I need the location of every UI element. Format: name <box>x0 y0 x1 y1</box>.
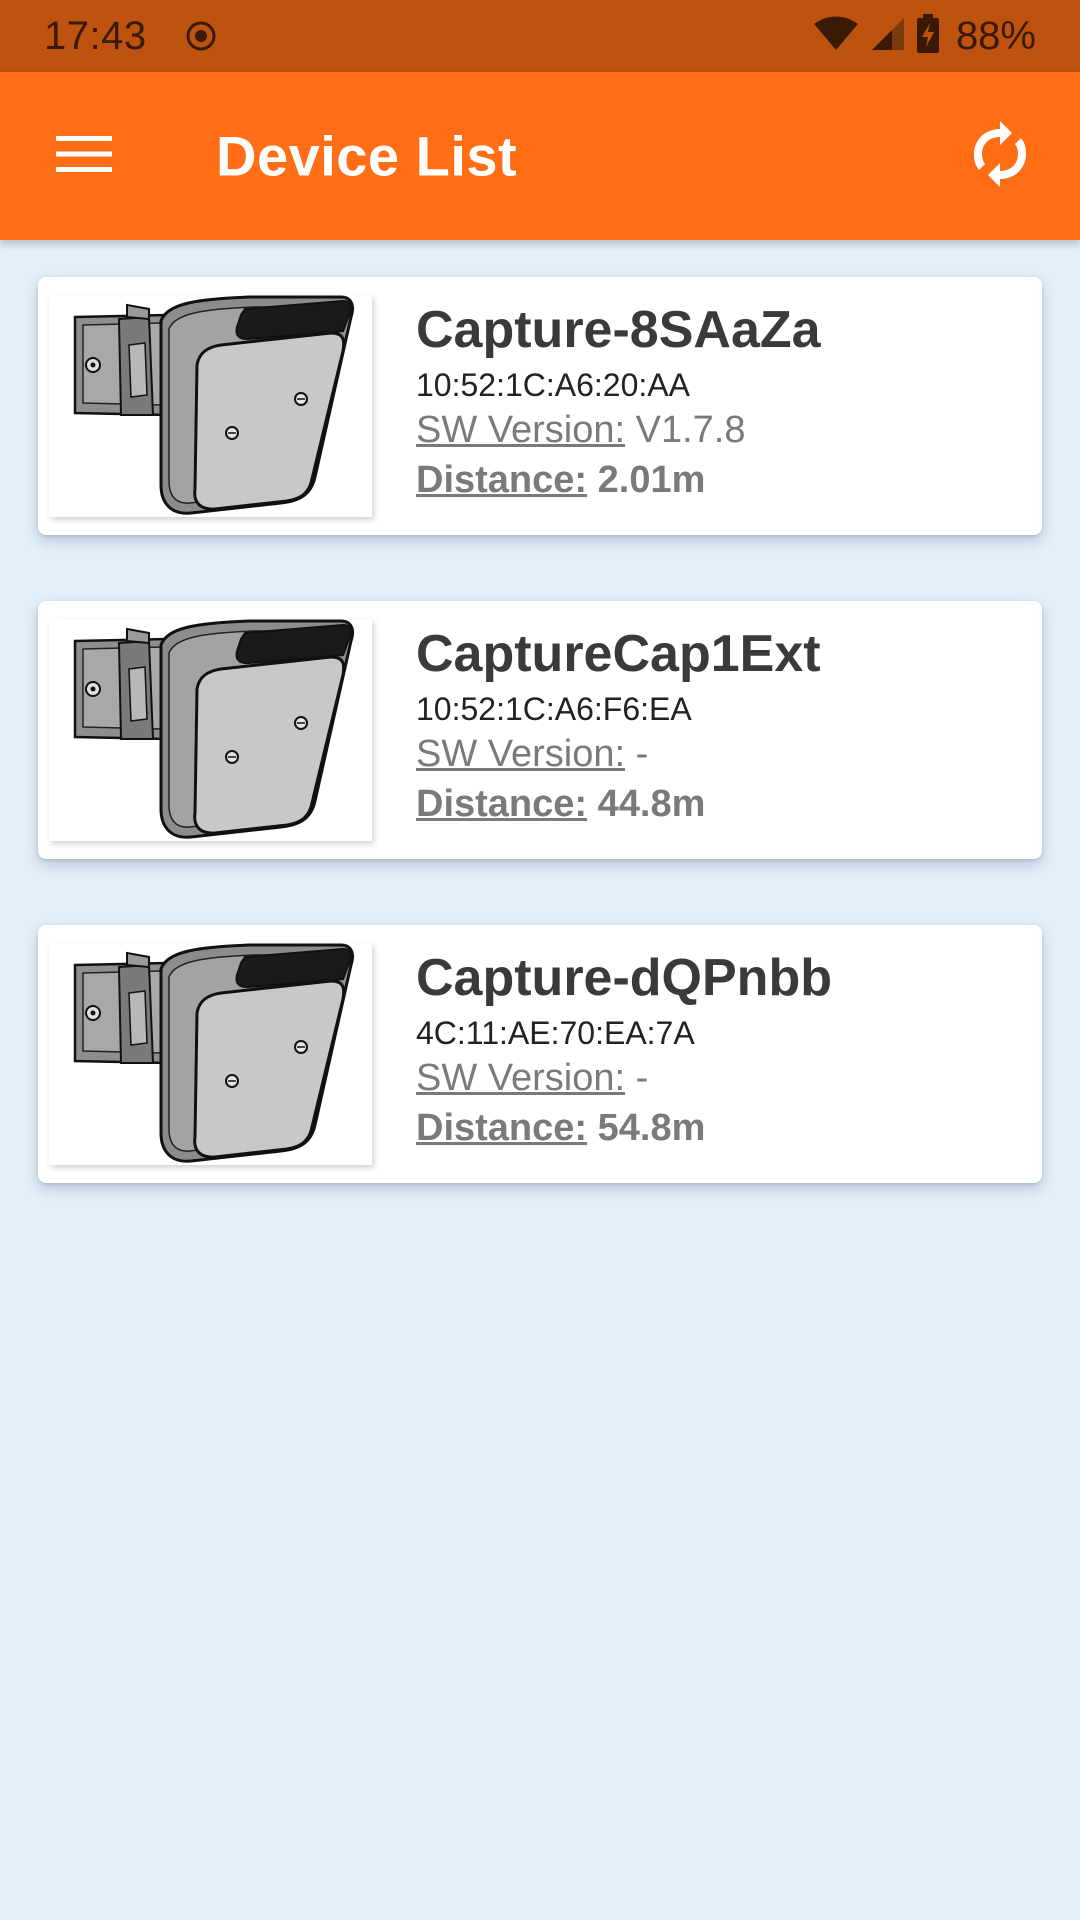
status-bar: 17:43 88% <box>0 0 1080 72</box>
status-time: 17:43 <box>44 13 147 58</box>
app-bar: Device List <box>0 72 1080 240</box>
device-image <box>49 295 372 517</box>
device-info: CaptureCap1Ext 10:52:1C:A6:F6:EA SW Vers… <box>416 623 1016 829</box>
distance-line: Distance: 2.01m <box>416 455 1016 505</box>
wifi-icon <box>812 16 860 57</box>
device-mac-address: 4C:11:AE:70:EA:7A <box>416 1015 695 1051</box>
distance-line: Distance: 54.8m <box>416 1103 1016 1153</box>
sw-version-value: V1.7.8 <box>635 409 746 451</box>
device-mac-address: 10:52:1C:A6:20:AA <box>416 367 690 403</box>
device-info: Capture-dQPnbb 4C:11:AE:70:EA:7A SW Vers… <box>416 947 1016 1153</box>
distance-value: 2.01m <box>597 459 706 501</box>
sw-version-line: SW Version: V1.7.8 <box>416 405 1016 455</box>
distance-value: 44.8m <box>597 783 706 825</box>
device-card[interactable]: CaptureCap1Ext 10:52:1C:A6:F6:EA SW Vers… <box>38 601 1042 859</box>
device-name: CaptureCap1Ext <box>416 625 821 683</box>
battery-percentage: 88% <box>955 13 1036 58</box>
sw-version-label: SW Version: <box>416 733 626 775</box>
page-title: Device List <box>216 124 518 188</box>
device-card[interactable]: Capture-8SAaZa 10:52:1C:A6:20:AA SW Vers… <box>38 277 1042 535</box>
device-image <box>49 619 372 841</box>
sw-version-line: SW Version: - <box>416 1053 1016 1103</box>
device-card[interactable]: Capture-dQPnbb 4C:11:AE:70:EA:7A SW Vers… <box>38 925 1042 1183</box>
device-image <box>49 943 372 1165</box>
device-name: Capture-8SAaZa <box>416 301 821 359</box>
hamburger-menu-button[interactable] <box>44 116 124 196</box>
sw-version-value: - <box>635 733 649 775</box>
sw-version-value: - <box>635 1057 649 1099</box>
battery-charging-icon <box>916 13 940 59</box>
sw-version-label: SW Version: <box>416 1057 626 1099</box>
cell-signal-icon <box>870 16 906 57</box>
distance-label: Distance: <box>416 459 588 501</box>
distance-value: 54.8m <box>597 1107 706 1149</box>
device-mac-address: 10:52:1C:A6:F6:EA <box>416 691 692 727</box>
distance-line: Distance: 44.8m <box>416 779 1016 829</box>
refresh-button[interactable] <box>960 116 1040 196</box>
sw-version-line: SW Version: - <box>416 729 1016 779</box>
device-name: Capture-dQPnbb <box>416 949 832 1007</box>
distance-label: Distance: <box>416 783 588 825</box>
hamburger-menu-icon <box>56 134 112 179</box>
sw-version-label: SW Version: <box>416 409 626 451</box>
distance-label: Distance: <box>416 1107 588 1149</box>
device-list: Capture-8SAaZa 10:52:1C:A6:20:AA SW Vers… <box>38 277 1042 1249</box>
location-target-icon <box>185 20 217 52</box>
refresh-icon <box>970 120 1030 192</box>
device-info: Capture-8SAaZa 10:52:1C:A6:20:AA SW Vers… <box>416 299 1016 505</box>
status-icons: 88% <box>812 13 1036 59</box>
